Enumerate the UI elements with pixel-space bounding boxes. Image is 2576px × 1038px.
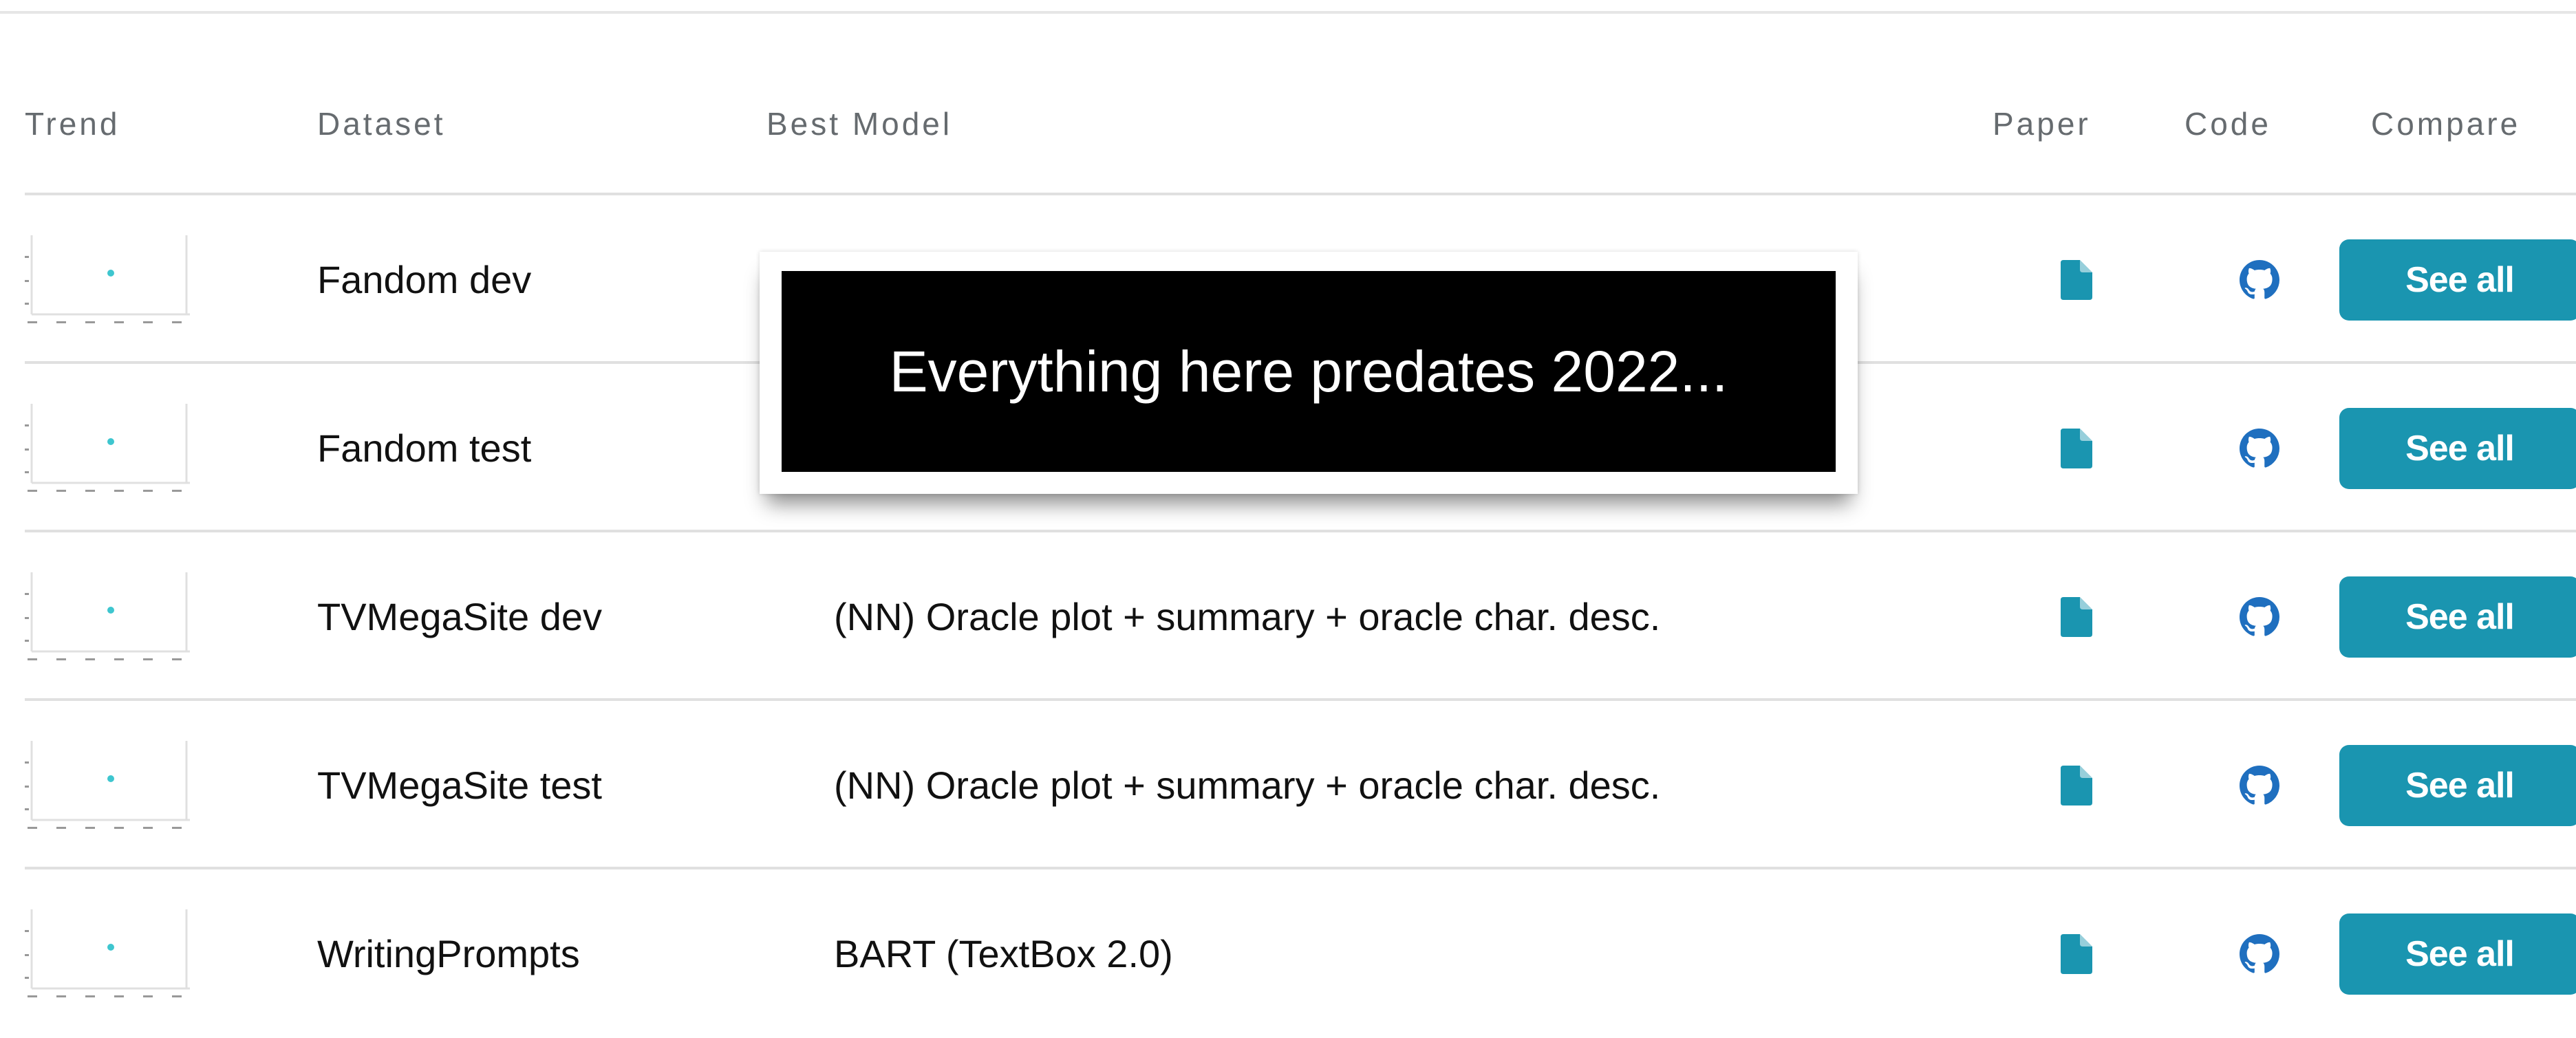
sparkline-chart-icon [25, 403, 190, 492]
sparkline-chart-icon [25, 740, 190, 829]
paper-link[interactable] [2035, 364, 2118, 532]
best-model-link[interactable]: BART (TextBox 2.0) [834, 869, 1173, 1038]
github-icon [2240, 596, 2279, 636]
header-paper: Paper [1993, 106, 2091, 142]
see-all-button[interactable]: See all [2339, 407, 2576, 489]
table-row[interactable]: TVMegaSite test (NN) Oracle plot + summar… [25, 698, 2576, 869]
overlay-caption: Everything here predates 2022... [782, 271, 1836, 472]
paper-link[interactable] [2035, 701, 2118, 869]
dataset-link[interactable]: Fandom dev [317, 195, 531, 364]
compare-cell: See all [2339, 701, 2576, 869]
trend-sparkline[interactable] [25, 364, 197, 532]
trend-sparkline[interactable] [25, 532, 197, 701]
sparkline-chart-icon [25, 235, 190, 323]
paper-document-icon [2061, 428, 2092, 468]
header-trend: Trend [25, 106, 120, 142]
code-link[interactable] [2218, 869, 2301, 1038]
code-link[interactable] [2218, 364, 2301, 532]
compare-cell: See all [2339, 195, 2576, 364]
dataset-link[interactable]: TVMegaSite dev [317, 532, 602, 701]
compare-cell: See all [2339, 532, 2576, 701]
compare-cell: See all [2339, 869, 2576, 1038]
see-all-button[interactable]: See all [2339, 239, 2576, 321]
paper-document-icon [2061, 933, 2092, 974]
github-icon [2240, 259, 2279, 299]
code-link[interactable] [2218, 701, 2301, 869]
table-row[interactable]: WritingPrompts BART (TextBox 2.0) See all [25, 867, 2576, 1038]
header-code: Code [2185, 106, 2271, 142]
github-icon [2240, 765, 2279, 805]
trend-sparkline[interactable] [25, 701, 197, 869]
best-model-link[interactable]: (NN) Oracle plot + summary + oracle char… [834, 701, 1660, 869]
github-icon [2240, 428, 2279, 468]
dataset-link[interactable]: TVMegaSite test [317, 701, 602, 869]
paper-document-icon [2061, 765, 2092, 805]
header-dataset: Dataset [317, 106, 446, 142]
best-model-link[interactable]: (NN) Oracle plot + summary + oracle char… [834, 532, 1660, 701]
see-all-button[interactable]: See all [2339, 576, 2576, 658]
sparkline-chart-icon [25, 572, 190, 660]
see-all-button[interactable]: See all [2339, 744, 2576, 826]
paper-document-icon [2061, 259, 2092, 300]
table-header: Trend Dataset Best Model Paper Code Comp… [0, 96, 2576, 193]
github-icon [2240, 933, 2279, 973]
code-link[interactable] [2218, 532, 2301, 701]
see-all-button[interactable]: See all [2339, 913, 2576, 995]
top-divider [0, 11, 2576, 14]
paper-link[interactable] [2035, 195, 2118, 364]
sparkline-chart-icon [25, 909, 190, 997]
trend-sparkline[interactable] [25, 195, 197, 364]
code-link[interactable] [2218, 195, 2301, 364]
paper-link[interactable] [2035, 869, 2118, 1038]
table-row[interactable]: TVMegaSite dev (NN) Oracle plot + summary… [25, 530, 2576, 701]
overlay-caption-frame: Everything here predates 2022... [760, 252, 1858, 494]
paper-document-icon [2061, 596, 2092, 637]
header-compare: Compare [2371, 106, 2521, 142]
header-best-model: Best Model [766, 106, 953, 142]
compare-cell: See all [2339, 364, 2576, 532]
paper-link[interactable] [2035, 532, 2118, 701]
trend-sparkline[interactable] [25, 869, 197, 1038]
dataset-link[interactable]: WritingPrompts [317, 869, 580, 1038]
dataset-link[interactable]: Fandom test [317, 364, 531, 532]
